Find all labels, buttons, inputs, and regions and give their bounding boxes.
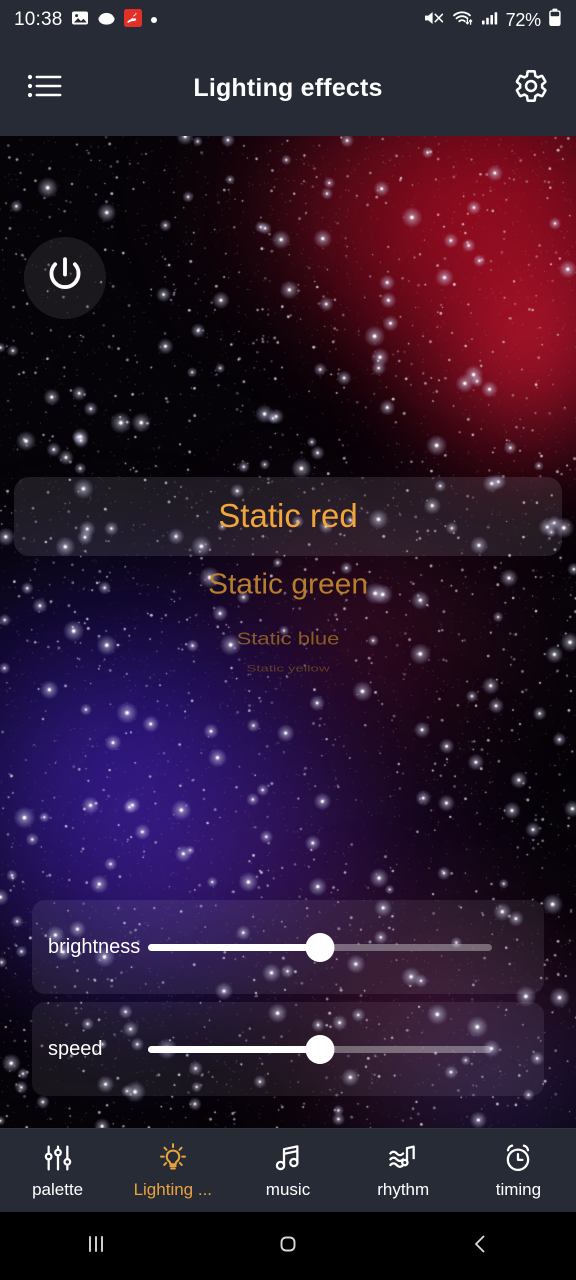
nav-item-rhythm[interactable]: rhythm: [346, 1129, 461, 1213]
effect-item-selected[interactable]: Static red: [0, 499, 576, 532]
mute-icon: [423, 9, 445, 32]
nav-item-timing[interactable]: timing: [461, 1129, 576, 1213]
list-menu-button[interactable]: [22, 65, 68, 111]
red-app-icon: [123, 8, 142, 32]
signal-icon: [481, 9, 499, 32]
dot-icon: [150, 11, 158, 29]
alarm-clock-icon: [502, 1141, 534, 1175]
nebula-red-faint: [180, 136, 480, 346]
home-button[interactable]: [192, 1212, 384, 1280]
nav-item-palette[interactable]: palette: [0, 1129, 115, 1213]
brightness-slider[interactable]: [148, 927, 492, 967]
music-note-icon: [272, 1141, 304, 1175]
settings-button[interactable]: [508, 65, 554, 111]
back-icon: [465, 1229, 495, 1264]
status-bar: 10:38 72%: [0, 0, 576, 40]
brightness-thumb[interactable]: [305, 932, 335, 962]
battery-percent-label: 72%: [505, 9, 542, 30]
nav-label-timing: timing: [495, 1180, 542, 1199]
wave-note-icon: [387, 1141, 419, 1175]
bottom-navigation: palette Lighting ... music rhythm timing: [0, 1128, 576, 1212]
effect-item[interactable]: Static blue: [0, 630, 576, 648]
power-icon: [43, 254, 87, 303]
wifi-icon: [452, 9, 474, 32]
speed-track-fill: [148, 1045, 320, 1053]
status-bar-clock: 10:38: [14, 9, 63, 30]
recents-icon: [81, 1229, 111, 1264]
gear-icon: [513, 68, 549, 109]
effects-stage: Static red Static green Static blue Stat…: [0, 136, 576, 1128]
power-toggle-button[interactable]: [24, 237, 106, 319]
nav-item-music[interactable]: music: [230, 1129, 345, 1213]
android-navigation-bar: [0, 1212, 576, 1280]
page-title: Lighting effects: [193, 73, 383, 102]
recents-button[interactable]: [0, 1212, 192, 1280]
photo-icon: [71, 9, 89, 32]
back-button[interactable]: [384, 1212, 576, 1280]
nav-item-lighting[interactable]: Lighting ...: [115, 1129, 230, 1213]
brightness-track-fill: [148, 943, 320, 951]
brightness-slider-card: brightness: [32, 900, 544, 994]
app-header: Lighting effects: [0, 40, 576, 136]
speed-slider[interactable]: [148, 1029, 492, 1069]
speed-thumb[interactable]: [305, 1034, 335, 1064]
speed-slider-card: speed: [32, 1002, 544, 1096]
effect-item[interactable]: Static yellow: [0, 664, 576, 673]
nav-label-rhythm: rhythm: [377, 1180, 430, 1199]
disc-icon: [97, 9, 116, 32]
list-menu-icon: [27, 72, 63, 105]
status-bar-left: 10:38: [14, 8, 158, 32]
nav-label-lighting: Lighting ...: [133, 1180, 213, 1199]
phone-screen: 10:38 72% Lighting effects Static red St…: [0, 0, 576, 1280]
home-icon: [273, 1229, 303, 1264]
nebula-red-main: [300, 136, 576, 446]
brightness-label: brightness: [48, 935, 141, 958]
equalizer-sliders-icon: [42, 1141, 74, 1175]
nav-label-palette: palette: [32, 1180, 84, 1199]
status-bar-right: 72%: [423, 8, 562, 32]
speed-label: speed: [48, 1037, 103, 1060]
lightbulb-icon: [157, 1141, 189, 1175]
effect-item[interactable]: Static green: [0, 570, 576, 600]
battery-icon: [548, 8, 562, 32]
nav-label-music: music: [265, 1180, 311, 1199]
